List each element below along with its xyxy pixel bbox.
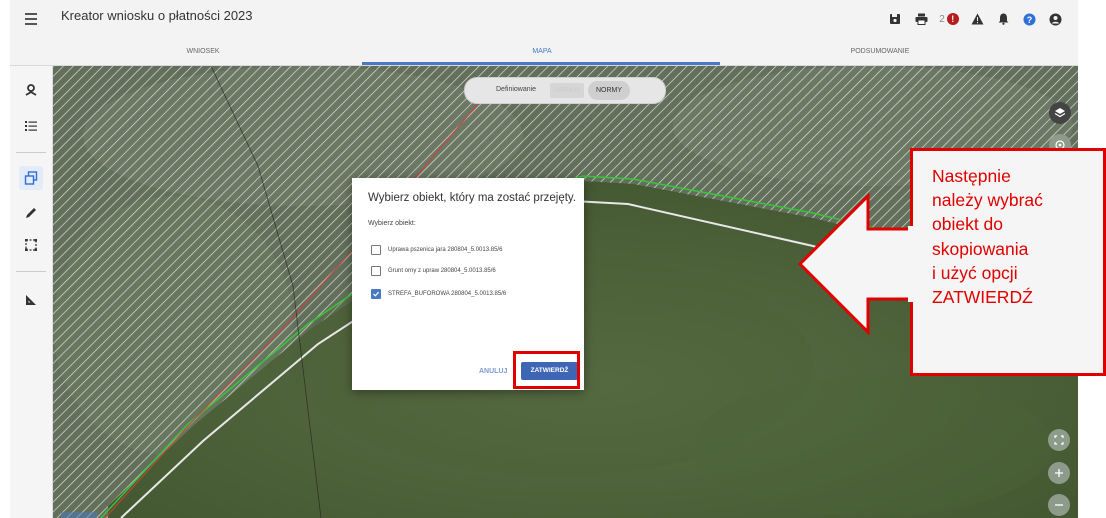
measure-ruler-icon[interactable] [19,288,43,312]
zoom-out-button[interactable] [1048,494,1070,516]
map-tools-sidebar [10,66,53,518]
option-label: Uprawa pszenica jara 280804_5.0013.85/6 [388,247,503,253]
sidebar-divider [16,152,46,153]
alerts-counter[interactable]: 2 ! [934,9,964,29]
print-icon[interactable] [908,9,934,29]
checkbox-unchecked[interactable] [371,266,381,276]
checkbox-checked[interactable] [371,289,381,299]
sidebar-divider [16,271,46,272]
callout-line: Następnie [932,166,1011,186]
main-tabs: WNIOSEK MAPA PODSUMOWANIE [10,38,1078,66]
svg-text:?: ? [1026,14,1032,24]
fullscreen-icon [1054,435,1064,445]
checkmark-icon [373,291,380,297]
top-bar: Kreator wniosku o płatności 2023 2 ! ? [10,0,1078,38]
option-label: Grunt orny z upraw 280804_5.0013.85/6 [388,268,496,274]
top-toolbar: 2 ! ? [882,9,1068,29]
callout-line: ZATWIERDŹ [932,287,1033,308]
option-strefa-buforowa[interactable]: STREFA_BUFOROWA 280804_5.0013.85/6 [371,288,506,300]
mode-option-normy[interactable]: NORMY [588,81,631,100]
option-uprawa-pszenica[interactable]: Uprawa pszenica jara 280804_5.0013.85/6 [371,244,502,256]
app-title: Kreator wniosku o płatności 2023 [61,8,253,23]
callout-line: obiekt do [932,214,1004,235]
tab-wniosek[interactable]: WNIOSEK [53,38,353,65]
dialog-subtitle: Wybierz obiekt: [368,220,416,227]
plus-icon [1055,469,1063,477]
zoom-in-button[interactable] [1048,462,1070,484]
tab-mapa[interactable]: MAPA [392,38,692,65]
option-grunt-orny[interactable]: Grunt orny z upraw 280804_5.0013.85/6 [371,265,496,277]
mode-option-upraw[interactable]: UPRAW [550,83,584,98]
callout-arrow-join [908,226,922,302]
select-area-icon[interactable] [19,233,43,257]
alert-badge-icon: ! [946,13,959,25]
copy-object-icon[interactable] [19,166,43,190]
option-label: STREFA_BUFOROWA 280804_5.0013.85/6 [388,291,507,297]
save-icon[interactable] [882,9,908,29]
notifications-bell-icon[interactable] [990,9,1016,29]
definition-mode-switch: Definiowanie UPRAW NORMY [464,77,666,104]
active-tab-indicator [362,62,720,65]
minus-icon [1055,504,1063,506]
warning-icon[interactable] [964,9,990,29]
fullscreen-button[interactable] [1048,429,1070,451]
mode-switch-label: Definiowanie [496,86,537,93]
checkbox-unchecked[interactable] [371,245,381,255]
confirm-button-highlight [513,351,580,389]
user-account-icon[interactable] [1042,9,1068,29]
draw-pencil-icon[interactable] [19,201,43,225]
layers-icon [1054,108,1066,118]
menu-icon[interactable] [20,8,42,30]
parcels-icon[interactable] [19,78,43,102]
callout-text: Następnie należy wybrać obiekt do skopio… [932,164,1092,309]
layers-button[interactable] [1049,102,1071,124]
callout-line: i użyć opcji [932,262,1018,283]
dialog-title: Wybierz obiekt, który ma zostać przejęty… [368,192,577,204]
callout-line: należy wybrać [932,190,1043,211]
list-icon[interactable] [19,114,43,138]
alert-count: 2 [939,13,945,25]
callout-line: skopiowania [932,238,1029,259]
cancel-button[interactable]: ANULUJ [479,368,507,375]
tab-podsumowanie[interactable]: PODSUMOWANIE [730,38,1030,65]
help-icon[interactable]: ? [1016,9,1042,29]
